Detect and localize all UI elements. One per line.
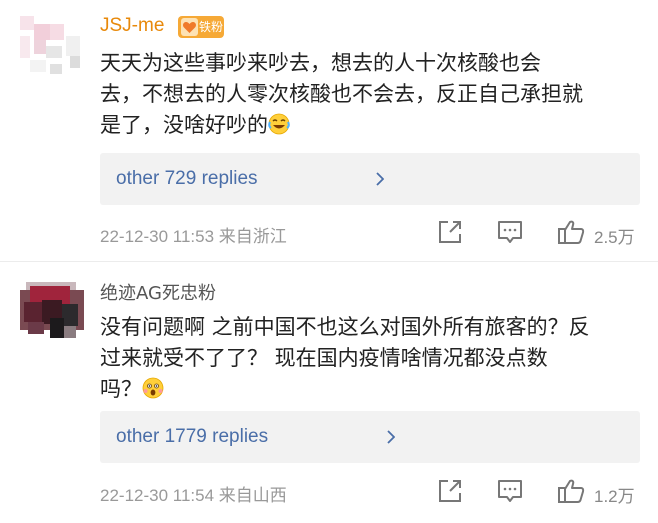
share-icon[interactable]: [437, 219, 463, 245]
thumbs-up-icon[interactable]: [557, 219, 585, 245]
timestamp: 22-12-30 11:54: [100, 486, 215, 505]
location: 来自山西: [218, 486, 287, 505]
comment-text-line: 天天为这些事吵来吵去，想去的人十次核酸也会: [100, 51, 541, 75]
replies-label: other 1779 replies: [116, 426, 269, 447]
comment-item: JSJ-me 铁粉 天天为这些事吵来吵去，想去的人十次核酸也会 去，不想去的人零…: [0, 0, 658, 262]
comment-text-segment: 是了，没啥好吵的: [100, 113, 268, 137]
location: 来自浙江: [218, 227, 287, 246]
comment-text-segment: 吗？: [100, 377, 142, 401]
comment-text-line: 过来就受不了了？ 现在国内疫情啥情况都没点数: [100, 346, 548, 370]
username[interactable]: JSJ-me: [100, 15, 164, 37]
comment-meta: 22-12-30 11:53 来自浙江: [100, 222, 287, 247]
share-icon[interactable]: [437, 478, 463, 504]
like-count: 2.5万: [594, 228, 635, 247]
comment-icon[interactable]: [497, 478, 523, 504]
comment-text: 天天为这些事吵来吵去，想去的人十次核酸也会 去，不想去的人零次核酸也不会去，反正…: [100, 48, 640, 141]
view-replies-button[interactable]: other 729 replies: [100, 153, 640, 205]
username[interactable]: 绝迹AG死忠粉: [100, 279, 216, 305]
comment-meta: 22-12-30 11:54 来自山西: [100, 481, 287, 506]
comment-icon[interactable]: [497, 219, 523, 245]
heart-badge-icon: [181, 18, 198, 36]
comment-text-line: 去，不想去的人零次核酸也不会去，反正自己承担就: [100, 82, 583, 106]
view-replies-button[interactable]: other 1779 replies: [100, 411, 640, 463]
timestamp: 22-12-30 11:53: [100, 227, 215, 246]
laughing-crying-emoji-icon: [268, 113, 290, 135]
comment-text: 没有问题啊 之前中国不也这么对国外所有旅客的？反 过来就受不了了？ 现在国内疫情…: [100, 312, 640, 405]
like-count: 1.2万: [594, 487, 635, 506]
badge-label: 铁粉: [199, 20, 224, 34]
fan-badge: 铁粉: [178, 16, 224, 38]
thumbs-up-icon[interactable]: [557, 478, 585, 504]
chevron-right-icon: [387, 430, 395, 444]
comment-text-line: 是了，没啥好吵的: [100, 110, 640, 141]
comment-text-line: 没有问题啊 之前中国不也这么对国外所有旅客的？反: [100, 315, 590, 339]
comment-text-line: 吗？: [100, 374, 640, 405]
comment-item: 绝迹AG死忠粉 没有问题啊 之前中国不也这么对国外所有旅客的？反 过来就受不了了…: [0, 262, 658, 523]
avatar[interactable]: [20, 16, 84, 78]
shocked-face-emoji-icon: [142, 377, 164, 399]
chevron-right-icon: [376, 172, 384, 186]
replies-label: other 729 replies: [116, 168, 258, 189]
avatar[interactable]: [20, 282, 84, 344]
